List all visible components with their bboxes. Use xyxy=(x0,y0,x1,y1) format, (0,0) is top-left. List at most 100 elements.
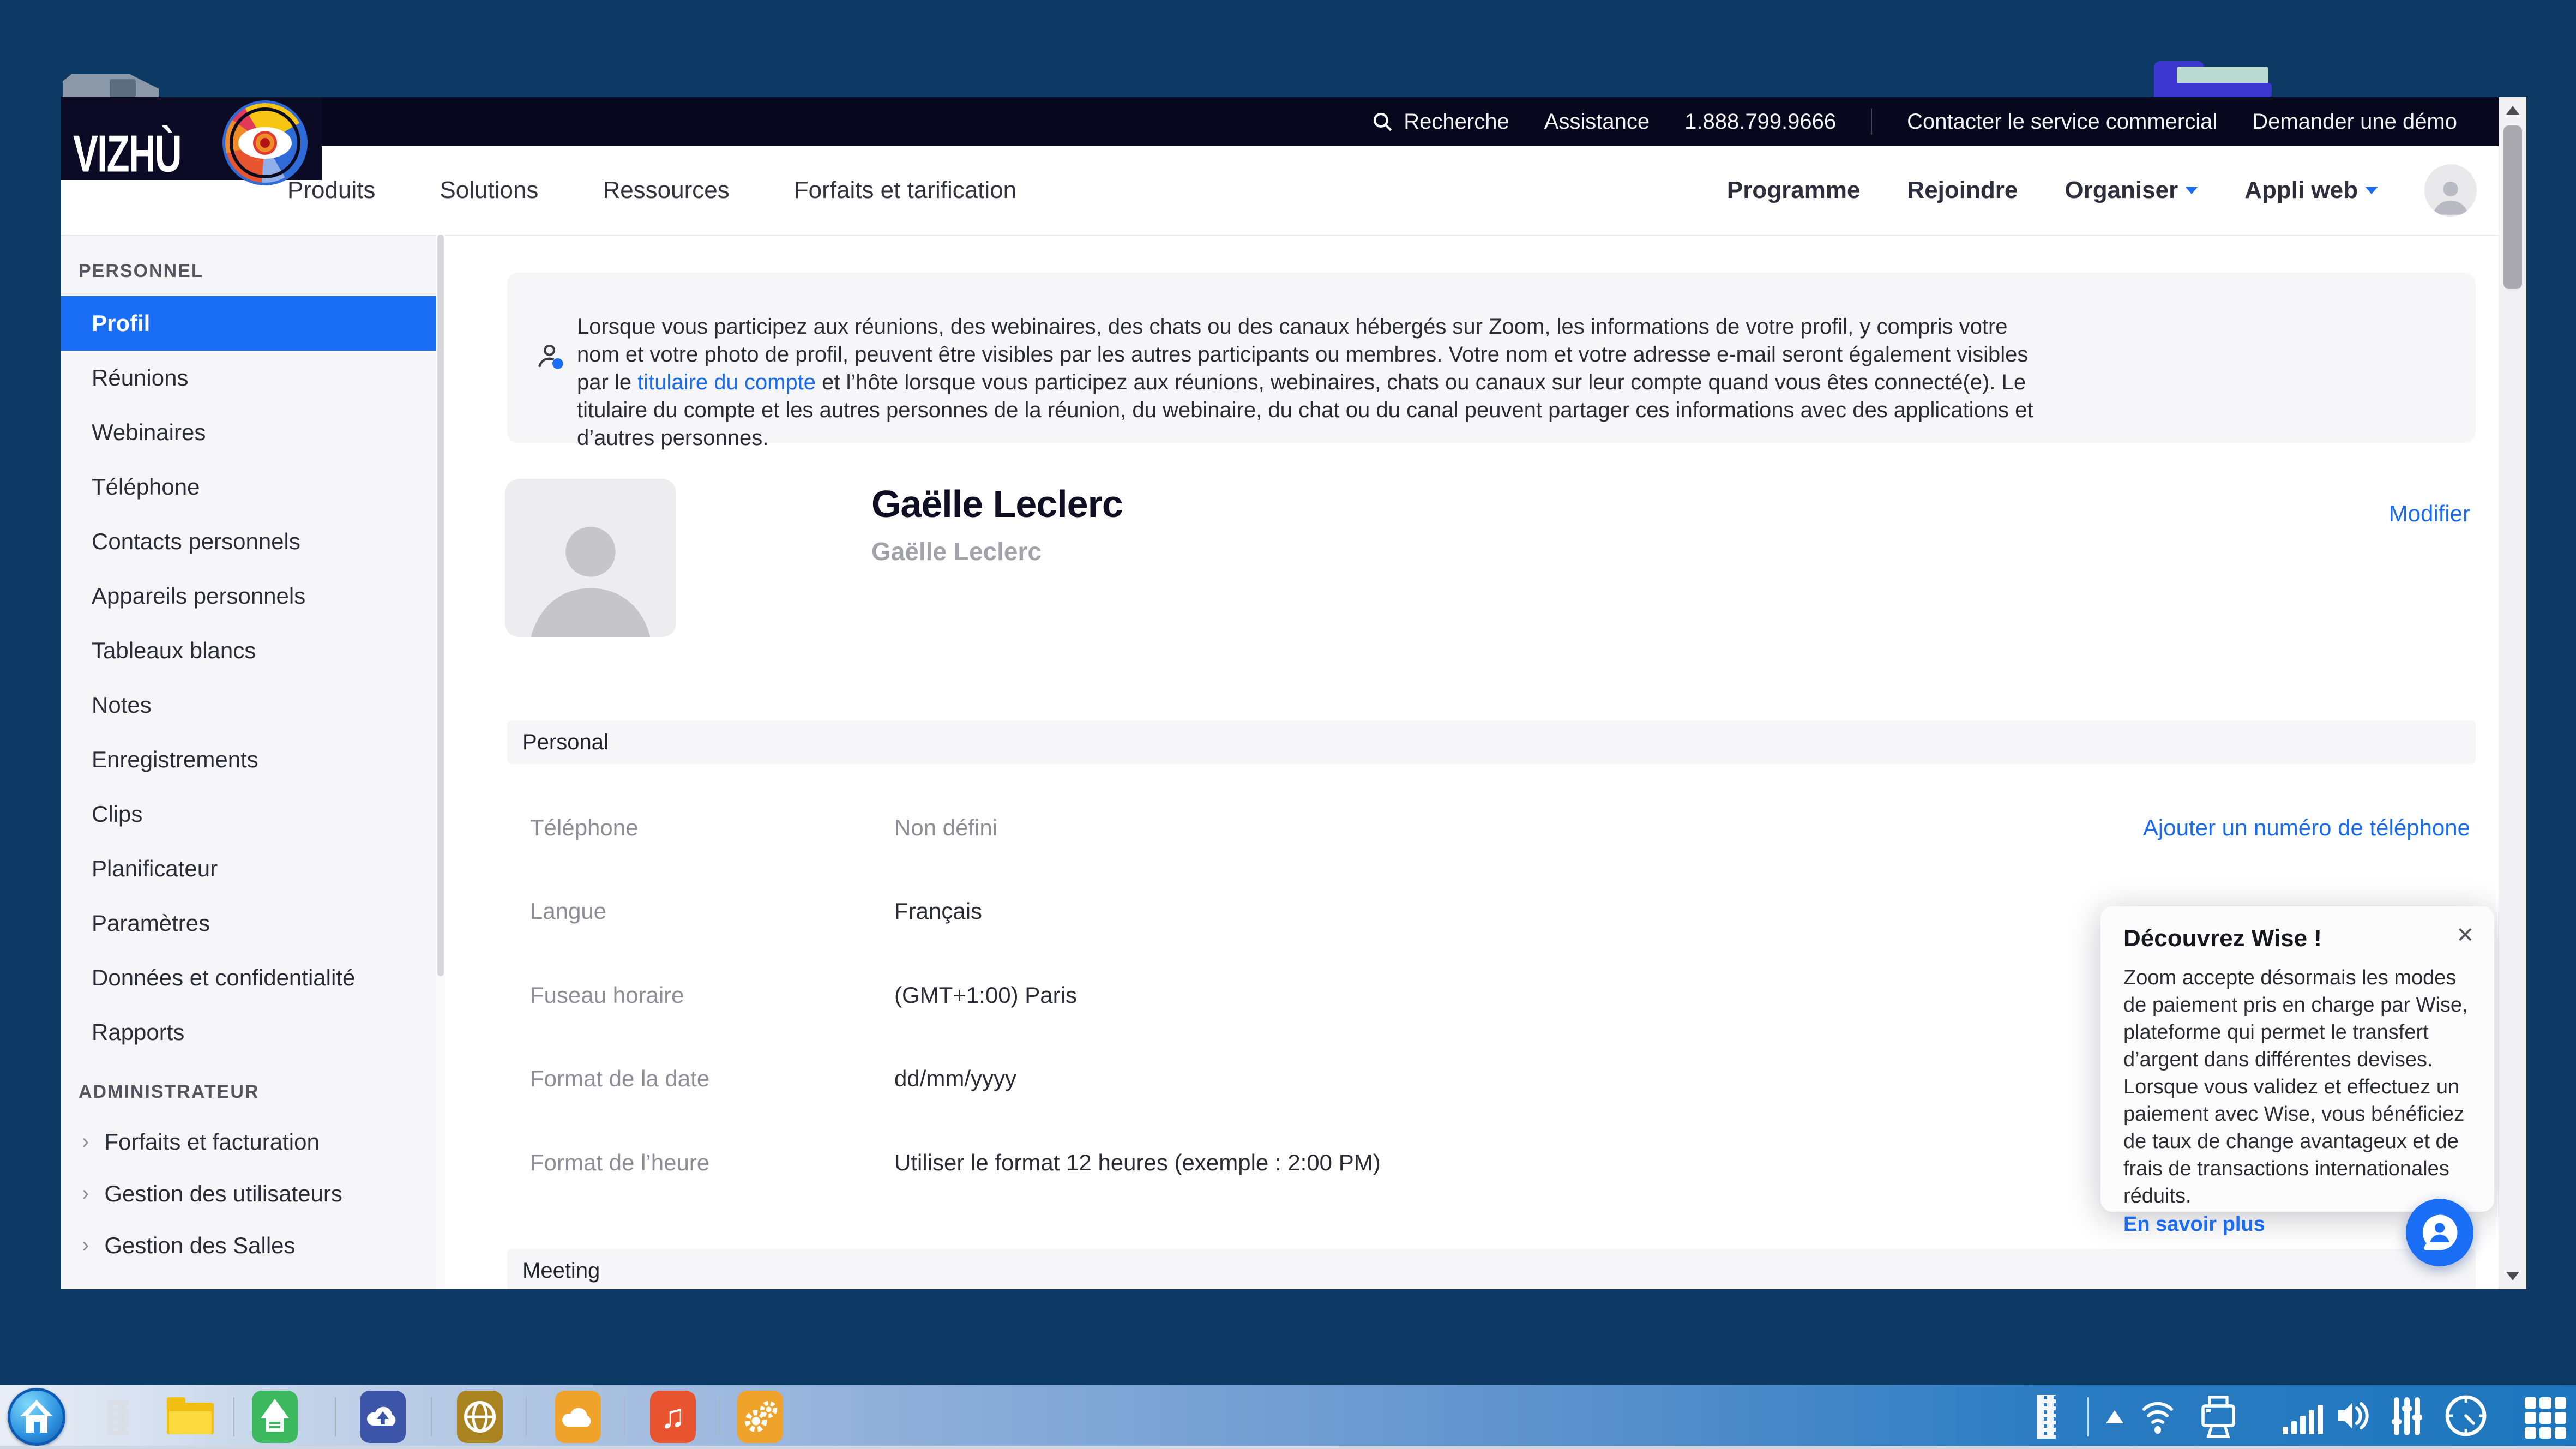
sidebar-item-telephone[interactable]: Téléphone xyxy=(61,460,436,514)
account-owner-link[interactable]: titulaire du compte xyxy=(637,370,816,394)
scroll-up-icon[interactable] xyxy=(2506,106,2519,115)
sidebar: PERSONNEL Profil Réunions Webinaires Tél… xyxy=(61,235,436,1289)
browser-app-icon[interactable] xyxy=(457,1391,503,1443)
row-label-langue: Langue xyxy=(530,898,606,924)
sidebar-item-clips[interactable]: Clips xyxy=(61,787,436,841)
nav-rejoindre[interactable]: Rejoindre xyxy=(1907,177,2018,204)
edit-profile-button[interactable]: Modifier xyxy=(2389,501,2470,527)
sidebar-item-forfaits-facturation[interactable]: ›Forfaits et facturation xyxy=(61,1116,436,1168)
nav-forfaits[interactable]: Forfaits et tarification xyxy=(794,177,1016,204)
row-value-fuseau: (GMT+1:00) Paris xyxy=(894,982,1077,1008)
nav-appli-web[interactable]: Appli web xyxy=(2244,177,2378,204)
nav-programme[interactable]: Programme xyxy=(1727,177,1861,204)
close-icon[interactable]: × xyxy=(2457,921,2473,949)
home-icon xyxy=(20,1400,53,1433)
mixer-sliders-icon[interactable] xyxy=(2390,1395,2424,1438)
sidebar-section-administrateur: ADMINISTRATEUR xyxy=(79,1081,436,1103)
privacy-notice-text: Lorsque vous participez aux réunions, de… xyxy=(577,313,2049,452)
sidebar-item-planificateur[interactable]: Planificateur xyxy=(61,841,436,896)
site-header: Recherche Assistance 1.888.799.9666 Cont… xyxy=(61,97,2499,146)
music-note-icon: ♫ xyxy=(660,1400,686,1434)
printer-icon[interactable] xyxy=(2200,1395,2237,1439)
sidebar-item-tableaux-blancs[interactable]: Tableaux blancs xyxy=(61,623,436,678)
add-phone-number-link[interactable]: Ajouter un numéro de téléphone xyxy=(2143,815,2470,841)
assistance-link[interactable]: Assistance xyxy=(1544,110,1650,134)
globe-icon xyxy=(464,1400,496,1433)
sidebar-item-gestion-salles[interactable]: ›Gestion des Salles xyxy=(61,1219,436,1271)
volume-icon[interactable] xyxy=(2336,1398,2372,1433)
clock-icon[interactable] xyxy=(2444,1394,2488,1438)
tray-expand-icon[interactable] xyxy=(2106,1410,2123,1423)
row-value-format-heure: Utiliser le format 12 heures (exemple : … xyxy=(894,1150,1381,1176)
nav-produits[interactable]: Produits xyxy=(287,177,375,204)
taskbar-divider xyxy=(431,1397,432,1436)
chevron-right-icon: › xyxy=(82,1233,89,1258)
signal-strength-icon[interactable] xyxy=(2283,1404,2328,1434)
sidebar-item-parametres[interactable]: Paramètres xyxy=(61,896,436,951)
row-label-telephone: Téléphone xyxy=(530,815,639,841)
taskbar-divider xyxy=(233,1397,234,1436)
sidebar-item-contacts-personnels[interactable]: Contacts personnels xyxy=(61,514,436,569)
support-chat-button[interactable] xyxy=(2406,1199,2473,1266)
music-app-icon[interactable]: ♫ xyxy=(650,1391,696,1443)
scrollbar-thumb[interactable] xyxy=(2503,125,2522,289)
taskbar-divider xyxy=(335,1397,336,1436)
profile-name: Gaëlle Leclerc xyxy=(871,482,1123,526)
row-value-telephone: Non défini xyxy=(894,815,997,841)
sidebar-item-profil[interactable]: Profil xyxy=(61,296,436,351)
home-launcher-button[interactable] xyxy=(8,1388,65,1446)
cloud-upload-app-icon[interactable] xyxy=(360,1391,406,1443)
sidebar-scrollbar-thumb[interactable] xyxy=(437,235,444,976)
sidebar-item-notes[interactable]: Notes xyxy=(61,678,436,732)
tray-pager-icon[interactable] xyxy=(2037,1395,2056,1439)
person-icon xyxy=(522,501,659,637)
contact-sales-link[interactable]: Contacter le service commercial xyxy=(1907,110,2217,134)
weather-app-icon[interactable] xyxy=(555,1391,601,1443)
nav-ressources[interactable]: Ressources xyxy=(603,177,729,204)
logo[interactable]: VIZHÙ xyxy=(61,97,322,180)
logo-text: VIZHÙ xyxy=(73,124,181,184)
wifi-icon[interactable] xyxy=(2142,1398,2174,1434)
eye-logo-icon xyxy=(222,100,308,185)
settings-app-icon[interactable] xyxy=(737,1391,783,1443)
request-demo-link[interactable]: Demander une démo xyxy=(2252,110,2457,134)
row-label-fuseau: Fuseau horaire xyxy=(530,982,684,1008)
privacy-notice: Lorsque vous participez aux réunions, de… xyxy=(507,273,2476,443)
header-divider xyxy=(1871,109,1872,135)
phone-number[interactable]: 1.888.799.9666 xyxy=(1684,110,1836,134)
taskbar: ♫ xyxy=(0,1385,2576,1449)
sidebar-item-rapports[interactable]: Rapports xyxy=(61,1005,436,1060)
section-personal: Personal xyxy=(507,720,2476,764)
sidebar-item-reunions[interactable]: Réunions xyxy=(61,351,436,405)
app-grid-icon[interactable] xyxy=(2525,1397,2566,1439)
user-avatar[interactable] xyxy=(2424,164,2477,217)
chat-person-icon xyxy=(2418,1211,2461,1254)
nav-organiser[interactable]: Organiser xyxy=(2065,177,2198,204)
page-scrollbar[interactable] xyxy=(2499,97,2526,1289)
search-label: Recherche xyxy=(1404,110,1509,134)
sidebar-scrollbar[interactable] xyxy=(436,235,445,1289)
sidebar-section-personnel: PERSONNEL xyxy=(79,261,436,282)
desktop-window-fragment xyxy=(63,74,159,98)
sidebar-item-webinaires[interactable]: Webinaires xyxy=(61,405,436,460)
row-value-format-date: dd/mm/yyyy xyxy=(894,1066,1016,1092)
search-icon xyxy=(1371,110,1394,133)
search-button[interactable]: Recherche xyxy=(1371,110,1509,134)
section-meeting: Meeting xyxy=(507,1249,2476,1289)
chevron-right-icon: › xyxy=(82,1181,89,1206)
scroll-down-icon[interactable] xyxy=(2506,1272,2519,1280)
chevron-right-icon: › xyxy=(82,1129,89,1154)
sidebar-item-appareils-personnels[interactable]: Appareils personnels xyxy=(61,569,436,623)
taskbar-divider xyxy=(526,1397,527,1436)
file-manager-icon[interactable] xyxy=(167,1403,214,1434)
documents-app-icon[interactable] xyxy=(252,1391,298,1443)
sidebar-item-donnees-confidentialite[interactable]: Données et confidentialité xyxy=(61,951,436,1005)
sidebar-item-gestion-utilisateurs[interactable]: ›Gestion des utilisateurs xyxy=(61,1168,436,1219)
privacy-person-icon xyxy=(535,341,566,372)
profile-subname: Gaëlle Leclerc xyxy=(871,537,1042,566)
profile-avatar[interactable] xyxy=(505,479,676,637)
main-nav: Produits Solutions Ressources Forfaits e… xyxy=(61,146,2499,236)
nav-solutions[interactable]: Solutions xyxy=(440,177,538,204)
sidebar-item-enregistrements[interactable]: Enregistrements xyxy=(61,732,436,787)
browser-page: Recherche Assistance 1.888.799.9666 Cont… xyxy=(61,97,2499,1289)
